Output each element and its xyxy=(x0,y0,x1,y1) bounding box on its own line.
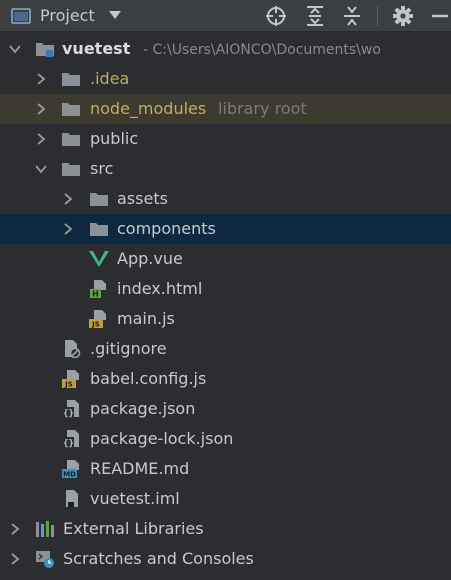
tree-label: components xyxy=(117,219,216,238)
js-file-icon: JS xyxy=(89,310,106,329)
tree-label: vuetest xyxy=(62,39,131,58)
hide-icon[interactable] xyxy=(428,4,451,28)
expand-all-icon[interactable] xyxy=(303,4,327,28)
scratches-icon xyxy=(36,551,54,568)
folder-icon xyxy=(62,133,80,146)
tree-row-iml[interactable]: vuetest.iml xyxy=(0,484,451,514)
module-file-icon xyxy=(66,490,78,507)
tree-row-readme[interactable]: MD README.md xyxy=(0,454,451,484)
chevron-right-icon[interactable] xyxy=(62,223,74,235)
tree-row-app-vue[interactable]: App.vue xyxy=(0,244,451,274)
tree-label: public xyxy=(90,129,139,148)
chevron-down-icon[interactable] xyxy=(9,43,21,55)
svg-text:MD: MD xyxy=(63,471,76,479)
folder-icon xyxy=(90,193,108,206)
tree-label: main.js xyxy=(117,309,175,328)
chevron-down-icon[interactable] xyxy=(108,10,122,20)
chevron-right-icon[interactable] xyxy=(9,553,21,565)
module-folder-icon xyxy=(36,43,54,57)
markdown-file-icon: MD xyxy=(62,460,79,479)
folder-icon xyxy=(62,103,80,116)
folder-icon xyxy=(62,73,80,86)
svg-text:H: H xyxy=(92,290,99,299)
tree-label: babel.config.js xyxy=(90,369,207,388)
project-path: - C:\Users\AIONCO\Documents\wo xyxy=(143,42,381,58)
tree-label: App.vue xyxy=(117,249,183,268)
svg-text:{}: {} xyxy=(63,409,74,418)
json-file-icon: {} xyxy=(63,430,79,448)
tree-label: node_modules xyxy=(90,99,207,118)
tree-label: assets xyxy=(117,189,168,208)
project-panel-header: Project xyxy=(0,0,451,32)
tree-label: Scratches and Consoles xyxy=(63,549,254,568)
folder-icon xyxy=(62,163,80,176)
tree-label: package.json xyxy=(90,399,196,418)
chevron-right-icon[interactable] xyxy=(35,73,47,85)
tree-row-package-lock[interactable]: {} package-lock.json xyxy=(0,424,451,454)
tree-label: index.html xyxy=(117,279,203,298)
library-icon xyxy=(36,521,54,537)
tree-label: vuetest.iml xyxy=(90,489,180,508)
tree-row-external-libraries[interactable]: External Libraries xyxy=(0,514,451,544)
tree-row-src[interactable]: src xyxy=(0,154,451,184)
tree-row-components[interactable]: components xyxy=(0,214,451,244)
tree-label: .gitignore xyxy=(90,339,167,358)
tree-label: README.md xyxy=(90,459,190,478)
tree-label: .idea xyxy=(90,69,130,88)
ignore-file-icon xyxy=(65,340,81,358)
chevron-right-icon[interactable] xyxy=(9,523,21,535)
tree-row-index-html[interactable]: H index.html xyxy=(0,274,451,304)
tree-row-public[interactable]: public xyxy=(0,124,451,154)
chevron-down-icon[interactable] xyxy=(35,163,47,175)
html-file-icon: H xyxy=(90,280,106,299)
js-file-icon: JS xyxy=(62,370,79,389)
svg-text:{}: {} xyxy=(63,439,74,448)
chevron-right-icon[interactable] xyxy=(35,103,47,115)
toolbar-separator xyxy=(377,6,378,26)
tree-row-package-json[interactable]: {} package.json xyxy=(0,394,451,424)
tree-row-main-js[interactable]: JS main.js xyxy=(0,304,451,334)
tree-row-idea[interactable]: .idea xyxy=(0,64,451,94)
svg-text:JS: JS xyxy=(64,381,73,389)
tree-row-vuetest[interactable]: vuetest - C:\Users\AIONCO\Documents\wo xyxy=(0,34,451,64)
vue-file-icon xyxy=(89,251,109,267)
panel-title[interactable]: Project xyxy=(40,6,95,26)
tree-row-gitignore[interactable]: .gitignore xyxy=(0,334,451,364)
tree-label: package-lock.json xyxy=(90,429,234,448)
project-window-icon xyxy=(11,8,31,24)
chevron-right-icon[interactable] xyxy=(35,133,47,145)
locate-icon[interactable] xyxy=(264,4,288,28)
tree-row-node-modules[interactable]: node_modules library root xyxy=(0,94,451,124)
tree-row-scratches[interactable]: Scratches and Consoles xyxy=(0,544,451,574)
library-root-hint: library root xyxy=(218,99,307,118)
collapse-all-icon[interactable] xyxy=(340,4,364,28)
svg-text:JS: JS xyxy=(91,321,100,329)
json-file-icon: {} xyxy=(63,400,79,418)
chevron-right-icon[interactable] xyxy=(62,193,74,205)
tree-row-babel-config[interactable]: JS babel.config.js xyxy=(0,364,451,394)
tree-label: External Libraries xyxy=(63,519,204,538)
tree-label: src xyxy=(90,159,114,178)
folder-icon xyxy=(90,223,108,236)
gear-icon[interactable] xyxy=(391,4,415,28)
tree-row-assets[interactable]: assets xyxy=(0,184,451,214)
